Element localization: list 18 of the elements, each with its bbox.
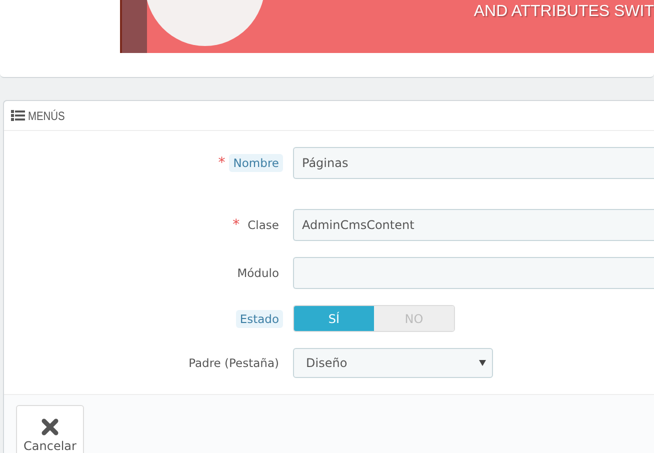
cancel-button[interactable]: Cancelar	[16, 405, 84, 453]
banner-stripe	[120, 0, 147, 53]
banner-text: AND ATTRIBUTES SWIT	[474, 3, 654, 21]
field-label: Estado	[236, 310, 283, 328]
panel-title: MENÚS	[28, 108, 65, 122]
field-label: Padre (Pestaña)	[188, 355, 280, 372]
select-dropdown[interactable]: Diseño	[293, 348, 493, 378]
text-field[interactable]: Páginas	[293, 147, 654, 179]
required-mark: *	[232, 217, 240, 233]
text-field[interactable]	[293, 257, 654, 289]
field-label: Módulo	[236, 265, 280, 282]
field-label: Clase	[246, 217, 280, 234]
field-label: Nombre	[229, 154, 283, 172]
text-field[interactable]: AdminCmsContent	[293, 209, 654, 241]
list-icon	[11, 110, 25, 121]
close-icon	[41, 418, 59, 436]
caret-icon	[479, 360, 486, 366]
required-mark: *	[218, 155, 226, 171]
